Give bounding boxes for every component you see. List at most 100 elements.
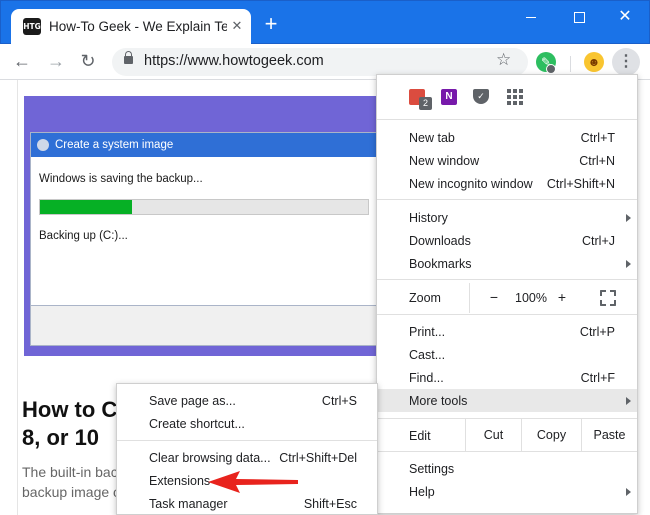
zoom-in-button[interactable]: + <box>554 289 570 307</box>
menu-item-downloads[interactable]: Downloads Ctrl+J <box>377 229 637 252</box>
zoom-controls: − 100% + <box>469 283 637 313</box>
todoist-badge: 2 <box>419 97 432 110</box>
menu-item-label: Downloads <box>409 234 471 248</box>
menu-divider <box>377 199 637 200</box>
menu-divider <box>377 314 637 315</box>
menu-item-shortcut: Ctrl+Shift+N <box>546 177 615 191</box>
zoom-out-button[interactable]: − <box>486 289 502 307</box>
menu-item-label: Zoom <box>409 291 441 305</box>
zoom-level: 100% <box>515 291 547 305</box>
bookmark-star-icon[interactable]: ☆ <box>496 50 511 70</box>
maximize-button[interactable] <box>567 7 591 27</box>
pocket-icon[interactable]: ✓ <box>473 89 489 104</box>
menu-item-label: Settings <box>409 462 455 476</box>
reload-button[interactable]: ↻ <box>76 49 100 73</box>
chrome-main-menu: 2 N ✓ New tab Ctrl+T New window Ctrl+N N… <box>376 74 638 514</box>
dialog-title-bar: Create a system image <box>31 133 377 157</box>
profile-avatar[interactable]: ☻ <box>584 52 604 72</box>
title-bar: HTG How-To Geek - We Explain Technology … <box>0 0 650 45</box>
submenu-item-clear-data[interactable]: Clear browsing data... Ctrl+Shift+Del <box>117 446 377 469</box>
forward-button[interactable]: → <box>44 49 68 73</box>
lock-icon <box>124 51 133 64</box>
submenu-arrow-icon <box>626 488 631 496</box>
menu-item-cast[interactable]: Cast... <box>377 343 637 366</box>
submenu-item-shortcut: Ctrl+Shift+Del <box>279 451 357 465</box>
submenu-arrow-icon <box>626 214 631 222</box>
system-image-dialog: Create a system image Windows is saving … <box>30 132 378 306</box>
back-button[interactable]: ← <box>10 49 34 73</box>
progress-fill <box>40 200 132 214</box>
backup-icon <box>37 139 49 151</box>
paste-button[interactable]: Paste <box>581 419 637 451</box>
submenu-item-save-page[interactable]: Save page as... Ctrl+S <box>117 389 377 412</box>
menu-item-label: Cast... <box>409 348 446 362</box>
menu-item-print[interactable]: Print... Ctrl+P <box>377 320 637 343</box>
menu-item-new-tab[interactable]: New tab Ctrl+T <box>377 126 637 149</box>
menu-item-label: New incognito window <box>409 177 533 191</box>
submenu-item-label: Extensions <box>149 474 211 488</box>
menu-item-history[interactable]: History <box>377 206 637 229</box>
submenu-item-create-shortcut[interactable]: Create shortcut... <box>117 412 377 435</box>
menu-edit-row: Edit Cut Copy Paste <box>377 419 637 451</box>
tab-title: How-To Geek - We Explain Technology <box>49 19 227 34</box>
menu-item-settings[interactable]: Settings <box>377 457 637 480</box>
toolbar-divider <box>570 56 571 72</box>
article-title-line: How to C <box>22 397 118 422</box>
submenu-divider <box>117 440 377 441</box>
menu-item-shortcut: Ctrl+T <box>580 131 615 145</box>
red-arrow-icon <box>208 471 298 493</box>
submenu-item-label: Clear browsing data... <box>149 451 271 465</box>
backup-progress-bar <box>39 199 369 215</box>
submenu-item-task-manager[interactable]: Task manager Shift+Esc <box>117 492 377 515</box>
submenu-item-shortcut: Shift+Esc <box>303 497 357 511</box>
address-bar[interactable]: https://www.howtogeek.com ☆ <box>112 48 528 76</box>
menu-item-label: New window <box>409 154 480 168</box>
close-tab-icon[interactable]: ✕ <box>229 18 245 34</box>
menu-item-more-tools[interactable]: More tools <box>377 389 637 412</box>
article-title-line: 8, or 10 <box>22 425 100 450</box>
menu-zoom-row: Zoom − 100% + <box>377 283 637 313</box>
chrome-menu-button[interactable]: ⋮ <box>612 48 640 76</box>
submenu-item-label: Create shortcut... <box>149 417 245 431</box>
menu-item-help[interactable]: Help <box>377 480 637 503</box>
article-title[interactable]: How to C 8, or 10 <box>22 396 122 452</box>
dialog-message: Windows is saving the backup... <box>39 173 203 185</box>
copy-button[interactable]: Copy <box>521 419 581 451</box>
menu-item-new-window[interactable]: New window Ctrl+N <box>377 149 637 172</box>
fullscreen-icon[interactable] <box>600 290 616 306</box>
article-body-line: backup image o <box>22 484 120 500</box>
menu-item-label: New tab <box>409 131 455 145</box>
menu-item-shortcut: Ctrl+P <box>579 325 615 339</box>
more-tools-submenu: Save page as... Ctrl+S Create shortcut..… <box>116 383 378 515</box>
page-left-margin <box>0 80 18 515</box>
dialog-title: Create a system image <box>55 139 174 151</box>
submenu-arrow-icon <box>626 397 631 405</box>
menu-divider <box>377 451 637 452</box>
browser-tab[interactable]: HTG How-To Geek - We Explain Technology … <box>11 9 251 45</box>
menu-item-incognito[interactable]: New incognito window Ctrl+Shift+N <box>377 172 637 195</box>
article-body: The built-in bac backup image o <box>22 462 120 502</box>
menu-item-label: Bookmarks <box>409 257 472 271</box>
close-window-button[interactable]: ✕ <box>613 7 637 27</box>
dialog-status: Backing up (C:)... <box>39 230 128 242</box>
menu-item-label: More tools <box>409 394 468 408</box>
onenote-icon[interactable]: N <box>441 89 457 105</box>
apps-grid-icon[interactable] <box>507 89 523 105</box>
cut-button[interactable]: Cut <box>465 419 521 451</box>
new-tab-button[interactable]: + <box>259 13 283 37</box>
submenu-arrow-icon <box>626 260 631 268</box>
minimize-button[interactable] <box>519 7 543 27</box>
menu-extension-icons: 2 N ✓ <box>377 75 637 119</box>
article-body-line: The built-in bac <box>22 464 118 480</box>
dialog-footer <box>30 306 378 346</box>
menu-item-bookmarks[interactable]: Bookmarks <box>377 252 637 275</box>
submenu-item-label: Save page as... <box>149 394 236 408</box>
url-text[interactable]: https://www.howtogeek.com <box>144 53 324 69</box>
menu-divider <box>377 279 637 280</box>
menu-item-find[interactable]: Find... Ctrl+F <box>377 366 637 389</box>
menu-item-shortcut: Ctrl+F <box>580 371 615 385</box>
menu-item-label: Edit <box>409 429 431 443</box>
submenu-item-label: Task manager <box>149 497 228 511</box>
extension-badge <box>546 64 556 74</box>
menu-item-label: Find... <box>409 371 444 385</box>
